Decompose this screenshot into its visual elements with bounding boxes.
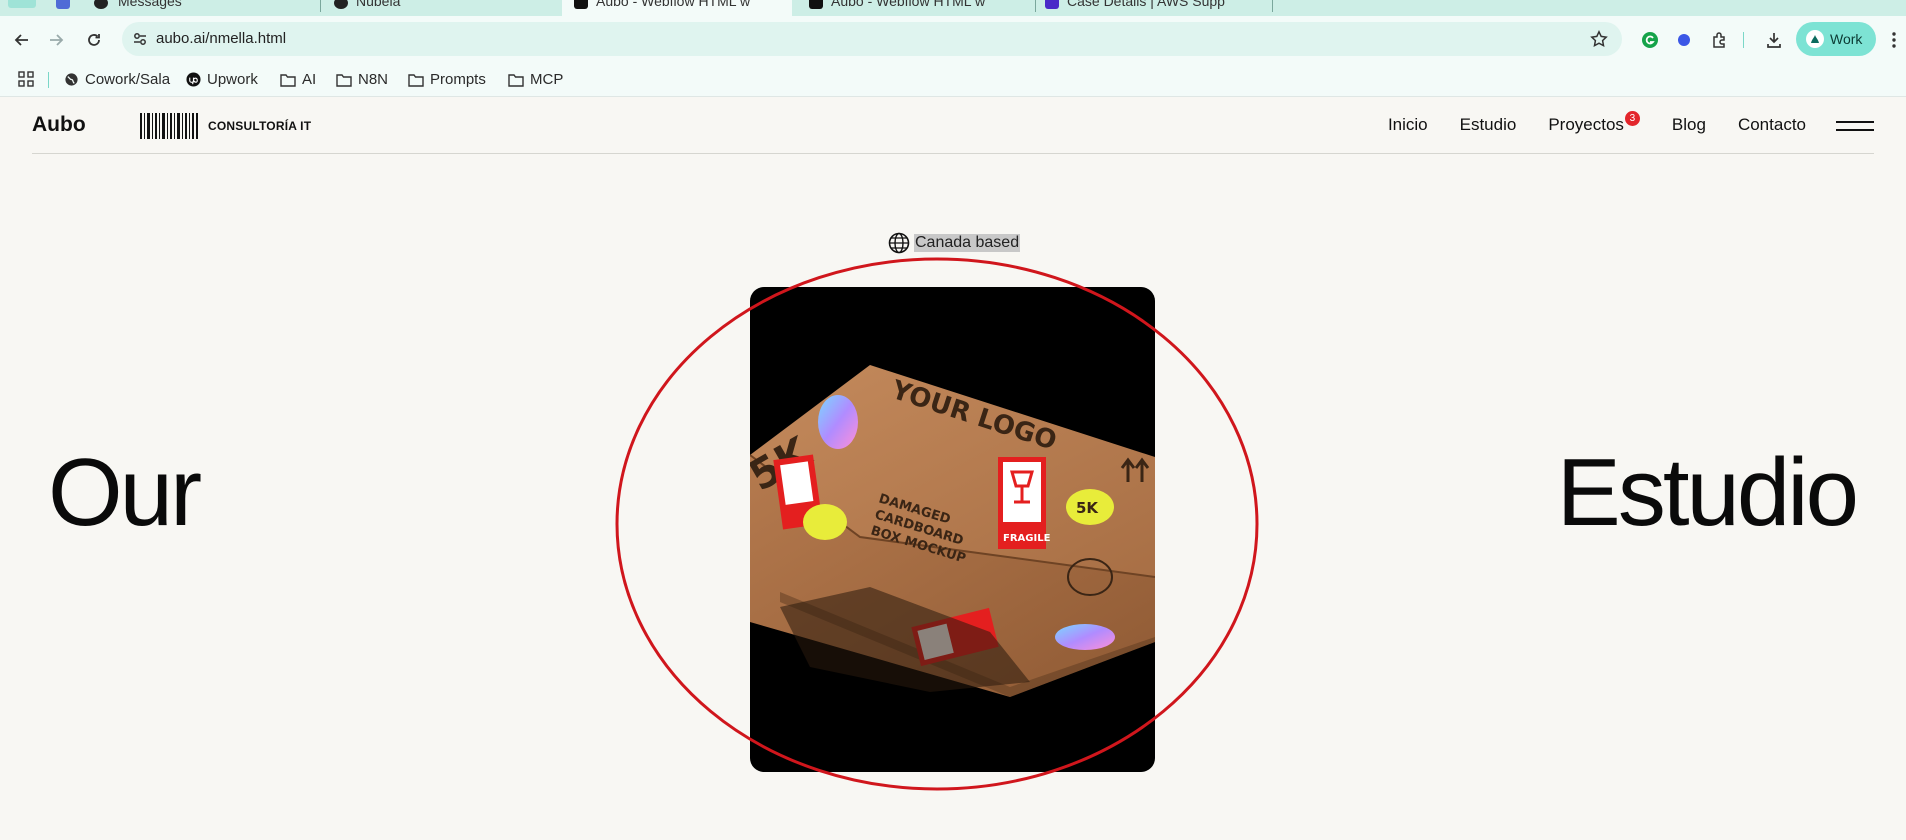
nav-contacto[interactable]: Contacto [1738, 115, 1806, 135]
nav-blog[interactable]: Blog [1672, 115, 1706, 135]
messages-circle-icon [94, 0, 108, 9]
extensions-puzzle-icon[interactable] [1708, 28, 1732, 52]
brand-logo[interactable]: Aubo [32, 113, 86, 137]
hero-heading-right: Estudio [1556, 439, 1859, 546]
arrow-left-icon [14, 34, 28, 46]
bookmark-folder-n8n[interactable]: N8N [336, 71, 388, 88]
box-fragile-label: FRAGILE [1003, 533, 1051, 544]
tab-aubo-second[interactable]: Aubo - Webflow HTML w [795, 0, 1035, 16]
hero-heading-left: Our [48, 439, 202, 546]
location-label: Canada based [888, 232, 1021, 254]
aubo-favicon-icon [574, 0, 588, 9]
nubela-favicon-icon [334, 0, 348, 9]
box-sticker-5k: 5K [1076, 499, 1099, 517]
back-button[interactable] [12, 30, 32, 50]
bookmark-folder-mcp[interactable]: MCP [508, 71, 563, 88]
folder-icon [408, 73, 424, 87]
extension-dot-icon[interactable] [1672, 28, 1696, 52]
browser-menu-icon[interactable] [1886, 28, 1902, 52]
hero-image-card: YOUR LOGO DAMAGED CARDBOARD BOX MOCKUP 5… [750, 287, 1155, 772]
address-bar[interactable]: aubo.ai/nmella.html [122, 22, 1622, 56]
bookmarks-bar: Cowork/Sala Upwork AI N8N Prompts MCP [0, 63, 1906, 97]
tab-messages[interactable]: Messages [52, 0, 322, 16]
main-nav: Inicio Estudio Proyectos 3 Blog Contacto [1356, 111, 1874, 135]
proyectos-count-badge: 3 [1624, 111, 1640, 126]
bookmark-folder-prompts[interactable]: Prompts [408, 71, 486, 88]
url-text[interactable]: aubo.ai/nmella.html [156, 30, 286, 47]
site-settings-icon[interactable] [132, 31, 148, 47]
toolbar-divider [1740, 28, 1746, 52]
location-text: Canada based [914, 234, 1021, 252]
downloads-icon[interactable] [1762, 28, 1786, 52]
tab-aws-support[interactable]: Case Details | AWS Supp [1037, 0, 1277, 16]
grammarly-extension-icon[interactable] [1638, 28, 1662, 52]
apps-grid-button[interactable] [18, 71, 34, 87]
hamburger-menu-icon[interactable] [1836, 119, 1874, 133]
folder-icon [508, 73, 524, 87]
reload-icon [88, 34, 100, 46]
cardboard-box-image: YOUR LOGO DAMAGED CARDBOARD BOX MOCKUP 5… [750, 365, 1155, 697]
tab-nubela[interactable]: Nubela [322, 0, 562, 16]
tab-aubo-active[interactable]: Aubo - Webflow HTML w [562, 0, 792, 16]
profile-label: Work [1830, 31, 1863, 47]
nav-estudio[interactable]: Estudio [1460, 115, 1517, 135]
bookmark-star-icon[interactable] [1590, 30, 1608, 48]
nav-proyectos-label: Proyectos [1548, 115, 1624, 134]
barcode-icon [140, 113, 198, 139]
apps-grid-icon [18, 71, 34, 87]
bookmarks-divider [48, 72, 49, 88]
brand-tagline: CONSULTORÍA IT [208, 119, 312, 133]
reload-button[interactable] [84, 30, 104, 50]
folder-icon [280, 73, 296, 87]
bookmark-cowork-sala[interactable]: Cowork/Sala [64, 71, 170, 88]
browser-toolbar: aubo.ai/nmella.html Work [0, 16, 1906, 63]
globe-icon [888, 232, 910, 254]
bookmark-folder-ai[interactable]: AI [280, 71, 316, 88]
tab-grid-icon[interactable] [8, 0, 36, 8]
messages-favicon-icon [56, 0, 70, 9]
nav-inicio[interactable]: Inicio [1388, 115, 1428, 135]
aubo-favicon-icon [809, 0, 823, 9]
profile-avatar-icon [1806, 30, 1824, 48]
folder-icon [336, 73, 352, 87]
aws-favicon-icon [1045, 0, 1059, 9]
nav-proyectos[interactable]: Proyectos 3 [1548, 111, 1640, 135]
forward-button[interactable] [46, 30, 66, 50]
site-header: Aubo CONSULTORÍA IT Inicio Estudio Proye… [32, 97, 1874, 154]
tab-separator [320, 0, 321, 12]
upwork-icon [186, 72, 201, 87]
arrow-right-icon [50, 34, 64, 46]
profile-button[interactable]: Work [1796, 22, 1876, 56]
tab-separator [1272, 0, 1273, 12]
globe-icon [65, 73, 78, 86]
browser-tab-strip: Messages Nubela Aubo - Webflow HTML w Au… [0, 0, 1906, 16]
tab-separator [1035, 0, 1036, 12]
bookmark-upwork[interactable]: Upwork [186, 71, 258, 88]
